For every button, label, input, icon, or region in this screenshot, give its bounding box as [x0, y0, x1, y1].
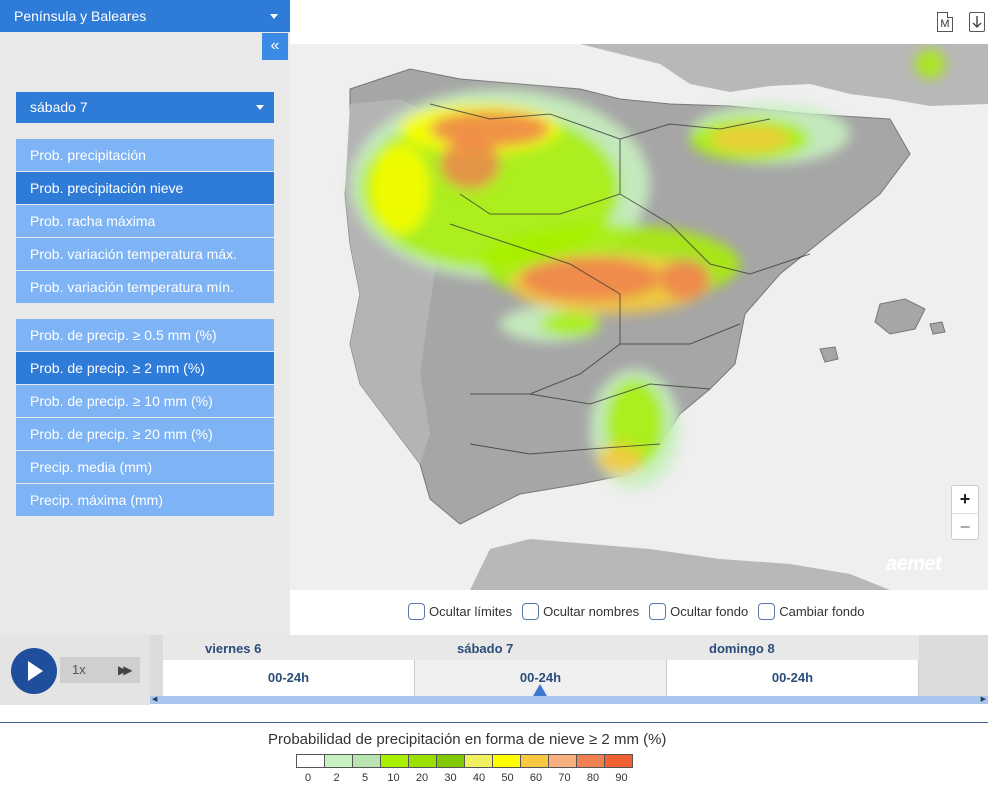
legend-title: Probabilidad de precipitación en forma d…	[268, 731, 667, 748]
day-select-label: sábado 7	[30, 99, 88, 115]
zoom-out-button[interactable]: −	[952, 513, 978, 540]
menu-item-precip-0-5[interactable]: Prob. de precip. ≥ 0.5 mm (%)	[16, 319, 274, 351]
speed-label: 1x	[72, 662, 86, 677]
checkbox[interactable]	[758, 602, 776, 620]
legend-swatch	[604, 754, 633, 768]
legend-swatch	[296, 754, 325, 768]
divider	[0, 722, 988, 723]
legend-tick-label: 70	[558, 772, 571, 784]
zoom-in-button[interactable]: +	[952, 486, 978, 513]
legend-tick-label: 40	[472, 772, 486, 784]
menu-item-precip-media[interactable]: Precip. media (mm)	[16, 451, 274, 483]
m-document-icon[interactable]: M	[937, 12, 953, 32]
legend-swatch	[520, 754, 549, 768]
legend-swatch	[352, 754, 381, 768]
legend-tick-label: 80	[586, 772, 600, 784]
menu-item-prob-precipitacion[interactable]: Prob. precipitación	[16, 139, 274, 171]
menu-item-precip-maxima[interactable]: Precip. máxima (mm)	[16, 484, 274, 516]
region-select[interactable]: Península y Baleares	[0, 0, 290, 32]
legend-tick-label: 10	[387, 772, 400, 784]
map-options: Ocultar límites Ocultar nombres Ocultar …	[408, 600, 865, 622]
menu-item-prob-racha-maxima[interactable]: Prob. racha máxima	[16, 205, 274, 237]
menu-item-precip-10[interactable]: Prob. de precip. ≥ 10 mm (%)	[16, 385, 274, 417]
legend-swatch	[464, 754, 493, 768]
legend-swatch	[492, 754, 521, 768]
timeline-scrollbar[interactable]: ◀ ▶	[150, 696, 988, 704]
timeline-day-label: viernes 6	[163, 635, 415, 660]
legend-swatch	[380, 754, 409, 768]
scroll-left-icon[interactable]: ◀	[152, 696, 157, 704]
checkbox[interactable]	[522, 602, 540, 620]
timeline-day[interactable]: viernes 6 00-24h	[163, 635, 415, 696]
timeline-day-label: sábado 7	[415, 635, 667, 660]
legend-swatch	[548, 754, 577, 768]
menu-item-precip-2[interactable]: Prob. de precip. ≥ 2 mm (%)	[16, 352, 274, 384]
map-toolbar	[290, 0, 988, 44]
legend-swatch	[408, 754, 437, 768]
menu-item-prob-precipitacion-nieve[interactable]: Prob. precipitación nieve	[16, 172, 274, 204]
legend-tick-label: 90	[615, 772, 628, 784]
legend-swatch	[324, 754, 353, 768]
snow-probability-map[interactable]	[290, 44, 988, 590]
legend-ticks: 0 2 5 10 20 30 40 50 60 70 80 90	[296, 772, 656, 788]
region-select-label: Península y Baleares	[14, 8, 147, 24]
legend-tick-label: 60	[529, 772, 543, 784]
checkbox[interactable]	[649, 602, 667, 620]
caret-down-icon	[256, 105, 264, 110]
timeline-day-label: domingo 8	[667, 635, 919, 660]
collapse-sidebar-button[interactable]: «	[262, 33, 288, 60]
menu-item-precip-20[interactable]: Prob. de precip. ≥ 20 mm (%)	[16, 418, 274, 450]
legend-tick-label: 20	[415, 772, 429, 784]
threshold-menu: Prob. de precip. ≥ 0.5 mm (%) Prob. de p…	[16, 319, 274, 517]
option-cambiar-fondo[interactable]: Cambiar fondo	[758, 600, 865, 622]
legend-tick-label: 5	[361, 772, 369, 784]
scroll-right-icon[interactable]: ▶	[981, 696, 986, 704]
timeline-slot[interactable]: 00-24h	[667, 660, 919, 696]
fast-forward-icon[interactable]: ▶▶	[118, 663, 133, 677]
caret-down-icon	[270, 14, 278, 19]
timeline-marker-icon[interactable]	[533, 684, 547, 696]
option-ocultar-fondo[interactable]: Ocultar fondo	[649, 600, 748, 622]
option-ocultar-limites[interactable]: Ocultar límites	[408, 600, 512, 622]
legend-tick-label: 2	[333, 772, 340, 784]
download-icon[interactable]	[969, 12, 985, 32]
variable-menu: Prob. precipitación Prob. precipitación …	[16, 139, 274, 304]
legend-swatch	[436, 754, 465, 768]
legend-tick-label: 0	[304, 772, 312, 784]
day-select[interactable]: sábado 7	[16, 92, 274, 123]
option-ocultar-nombres[interactable]: Ocultar nombres	[522, 600, 639, 622]
timeline: viernes 6 00-24h sábado 7 00-24h domingo…	[150, 635, 988, 696]
legend-swatch	[576, 754, 605, 768]
timeline-day[interactable]: domingo 8 00-24h	[667, 635, 919, 696]
zoom-control: + −	[951, 485, 979, 540]
menu-item-prob-var-temp-min[interactable]: Prob. variación temperatura mín.	[16, 271, 274, 303]
menu-item-prob-var-temp-max[interactable]: Prob. variación temperatura máx.	[16, 238, 274, 270]
play-icon[interactable]	[11, 648, 57, 694]
legend-tick-label: 30	[444, 772, 457, 784]
timeline-slot[interactable]: 00-24h	[163, 660, 415, 696]
checkbox[interactable]	[408, 602, 425, 620]
aemet-logo: aemet	[886, 553, 942, 575]
legend-scale	[296, 754, 633, 768]
legend-tick-label: 50	[501, 772, 514, 784]
